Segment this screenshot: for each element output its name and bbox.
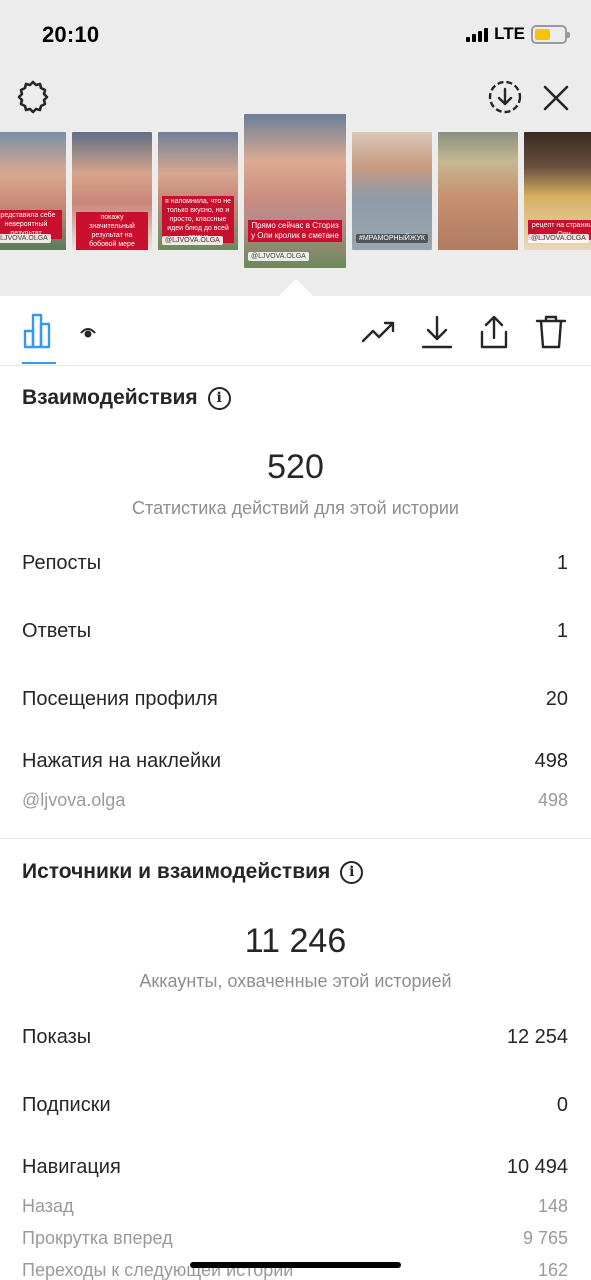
metric-value: 498 (534, 750, 568, 772)
interactions-title: Взаимодействия i (22, 386, 231, 410)
metric-sub-value: 498 (537, 790, 568, 810)
discovery-subtitle: Аккаунты, охваченные этой историей (139, 971, 452, 991)
close-button[interactable] (538, 80, 574, 116)
promote-button[interactable] (360, 314, 398, 350)
tab-viewers[interactable] (76, 320, 100, 344)
share-button[interactable] (476, 312, 512, 352)
eye-icon (80, 328, 96, 338)
metric-sub-label: Назад (22, 1196, 74, 1216)
story-tag: @LJVOVA.OLGA (528, 234, 589, 243)
download-icon (421, 315, 453, 349)
metric-sub-row: Назад 148 (22, 1196, 568, 1217)
metric-sub-row: Прокрутка вперед 9 765 (22, 1228, 568, 1249)
insights-panel (0, 296, 591, 1280)
gear-icon (17, 80, 49, 114)
metric-row: Подписки 0 (22, 1094, 568, 1117)
story-thumbnail[interactable]: покажу значительный результат на бобовой… (72, 132, 152, 250)
metric-value: 0 (556, 1094, 568, 1116)
tab-stats[interactable] (20, 310, 58, 350)
metric-sub-value: 148 (537, 1196, 568, 1216)
save-story-button[interactable] (486, 78, 524, 116)
story-thumbnail[interactable]: рецепт на странице Оли @LJVOVA.OLGA (524, 132, 591, 250)
settings-button[interactable] (14, 78, 52, 116)
metric-value: 1 (556, 620, 568, 642)
info-icon[interactable]: i (207, 386, 231, 410)
story-caption: покажу значительный результат на бобовой… (76, 212, 148, 250)
battery-icon (531, 24, 570, 44)
metric-row: Посещения профиля 20 (22, 688, 568, 711)
metric-label: Показы (22, 1026, 92, 1048)
metric-sub-value: 9 765 (522, 1228, 568, 1248)
story-tag: @LJVOVA.OLGA (0, 234, 51, 243)
metric-label: Ответы (22, 620, 92, 642)
interactions-total: 520 (267, 448, 324, 486)
metric-value: 12 254 (506, 1026, 568, 1048)
metric-label: Нажатия на наклейки (22, 750, 222, 772)
metric-sub-value: 162 (537, 1260, 568, 1280)
network-label: LTE (494, 24, 525, 43)
trash-icon (535, 315, 567, 349)
interactions-title-text: Взаимодействия (22, 386, 198, 409)
discovery-title-text: Источники и взаимодействия (22, 860, 331, 883)
story-thumbnail-selected[interactable]: Прямо сейчас в Сториз у Оли кролик в сме… (244, 114, 346, 268)
story-thumbnail[interactable]: представила себе невероятный результат @… (0, 132, 66, 250)
download-button[interactable] (418, 312, 456, 352)
status-time: 20:10 (42, 22, 100, 47)
metric-row: Нажатия на наклейки 498 (22, 750, 568, 773)
active-tab-indicator (22, 362, 56, 364)
interactions-subtitle: Статистика действий для этой истории (132, 498, 459, 518)
metric-value: 1 (556, 552, 568, 574)
metric-label: Подписки (22, 1094, 111, 1116)
trending-up-icon (361, 321, 395, 343)
info-icon[interactable]: i (340, 860, 364, 884)
share-icon (480, 315, 508, 349)
metric-label: Навигация (22, 1156, 121, 1178)
metric-value: 20 (545, 688, 568, 710)
delete-button[interactable] (532, 312, 570, 352)
story-tag: @LJVOVA.OLGA (162, 236, 223, 245)
stories-strip: представила себе невероятный результат @… (0, 114, 591, 274)
metric-row: Репосты 1 (22, 552, 568, 575)
metric-row: Ответы 1 (22, 620, 568, 643)
metric-label: Посещения профиля (22, 688, 218, 710)
story-tag: #МРАМОРНЫЙЖУК (356, 234, 428, 243)
insights-toolbar (0, 296, 591, 366)
discovery-total: 11 246 (244, 922, 347, 960)
metric-row: Навигация 10 494 (22, 1156, 568, 1179)
metric-value: 10 494 (506, 1156, 568, 1178)
story-thumbnail[interactable] (438, 132, 518, 250)
bar-chart-icon (23, 313, 51, 349)
download-circle-icon (488, 80, 522, 114)
story-thumbnail[interactable]: #МРАМОРНЫЙЖУК (352, 132, 432, 250)
home-indicator[interactable] (190, 1262, 401, 1268)
close-icon (543, 85, 569, 111)
story-caption: Прямо сейчас в Сториз у Оли кролик в сме… (248, 220, 342, 242)
story-thumbnail[interactable]: я напомнила, что не только вкусно, но и … (158, 132, 238, 250)
metric-row: Показы 12 254 (22, 1026, 568, 1049)
status-indicators: LTE (466, 24, 570, 44)
story-tag: @LJVOVA.OLGA (248, 252, 309, 261)
metric-sub-row: @ljvova.olga 498 (22, 790, 568, 811)
discovery-title: Источники и взаимодействия i (22, 860, 364, 884)
metric-sub-label: @ljvova.olga (22, 790, 126, 810)
signal-icon (466, 26, 489, 42)
metric-label: Репосты (22, 552, 102, 574)
section-divider (0, 838, 591, 839)
metric-sub-label: Прокрутка вперед (22, 1228, 173, 1248)
